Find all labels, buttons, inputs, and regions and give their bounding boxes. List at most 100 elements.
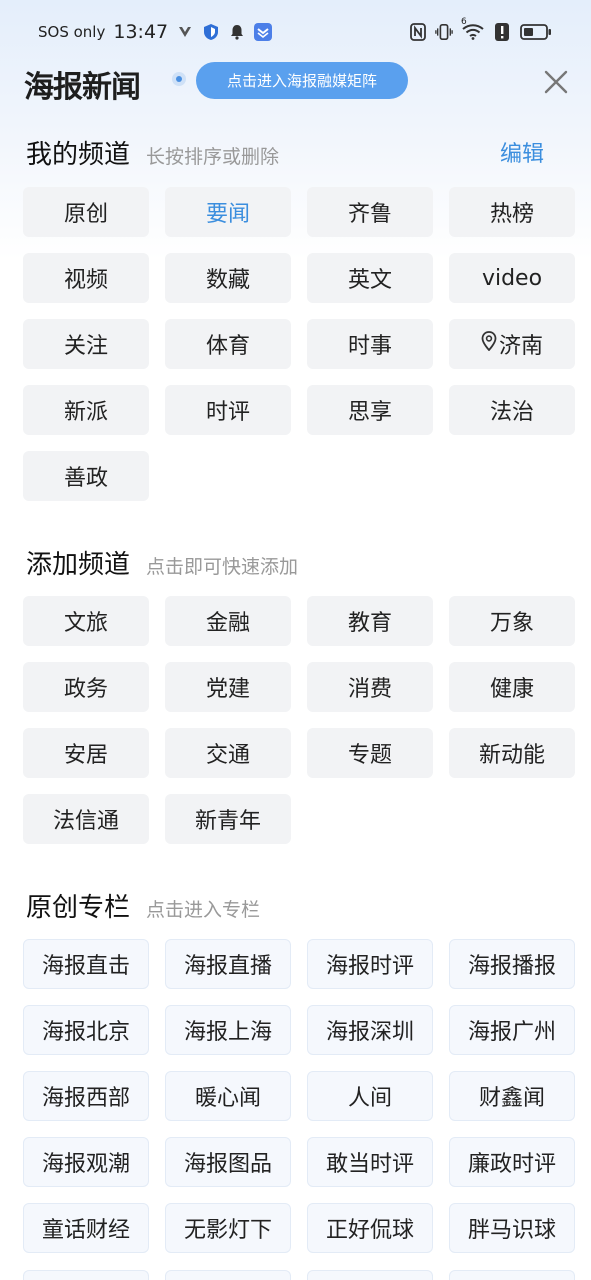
column-item[interactable]: 财鑫闻 [449,1071,575,1121]
shield-icon [202,23,220,41]
add-channel-item[interactable]: 金融 [165,596,291,646]
add-channel-item[interactable]: 安居 [23,728,149,778]
column-label: 海报直击 [41,954,130,979]
column-label: 暖心闻 [194,1086,261,1111]
column-label: 海报上海 [183,1020,272,1045]
vibrate-icon [435,23,453,41]
add-channel-item[interactable]: 教育 [307,596,433,646]
add-channel-label: 金融 [205,611,250,636]
column-item-partial[interactable] [23,1270,149,1280]
column-item[interactable]: 海报直击 [23,939,149,989]
my-channel-item[interactable]: 关注 [23,319,149,369]
my-channels-subtitle: 长按排序或删除 [146,146,280,168]
my-channel-label: 思享 [347,400,392,425]
add-channel-label: 健康 [489,677,534,702]
column-label: 海报深圳 [325,1020,414,1045]
column-item[interactable]: 海报观潮 [23,1137,149,1187]
my-channel-label: 法治 [489,400,534,425]
column-label: 海报西部 [41,1086,130,1111]
add-channel-item[interactable]: 新动能 [449,728,575,778]
status-bar: SOS only 13:47 6 [0,0,591,64]
sos-status: SOS only [38,23,106,41]
app-notification-icon [176,23,194,41]
column-item[interactable]: 无影灯下 [165,1203,291,1253]
my-channel-item[interactable]: 视频 [23,253,149,303]
app-badge-icon [254,23,273,41]
column-label: 海报播报 [467,954,556,979]
my-channel-label: 时评 [205,400,250,425]
app-logo: 海报新闻 [24,70,141,105]
add-channel-item[interactable]: 万象 [449,596,575,646]
column-item[interactable]: 海报深圳 [307,1005,433,1055]
column-item[interactable]: 敢当时评 [307,1137,433,1187]
my-channel-item[interactable]: 法治 [449,385,575,435]
add-channel-item[interactable]: 消费 [307,662,433,712]
wifi-icon: 6 [461,17,485,41]
add-channel-item[interactable]: 交通 [165,728,291,778]
column-item-partial[interactable] [307,1270,433,1280]
column-item[interactable]: 暖心闻 [165,1071,291,1121]
column-item[interactable]: 海报时评 [307,939,433,989]
column-label: 人间 [347,1086,392,1111]
add-channel-item[interactable]: 新青年 [165,794,291,844]
media-matrix-button[interactable]: 点击进入海报融媒矩阵 [196,62,408,99]
my-channel-item[interactable]: 时事 [307,319,433,369]
column-item[interactable]: 正好侃球 [307,1203,433,1253]
my-channel-label: 善政 [63,466,108,491]
add-channel-item[interactable]: 党建 [165,662,291,712]
my-channel-item[interactable]: 善政 [23,451,149,501]
add-channel-item[interactable]: 政务 [23,662,149,712]
my-channel-label: video [481,265,543,291]
my-channel-item[interactable]: 体育 [165,319,291,369]
columns-grid-overflow [23,1270,576,1280]
my-channel-item[interactable]: 齐鲁 [307,187,433,237]
my-channel-item[interactable]: 时评 [165,385,291,435]
column-label: 廉政时评 [467,1152,556,1177]
column-item[interactable]: 海报北京 [23,1005,149,1055]
add-channel-item[interactable]: 法信通 [23,794,149,844]
add-channel-label: 新动能 [478,743,545,768]
my-channel-item[interactable]: 新派 [23,385,149,435]
my-channel-item[interactable]: 济南 [449,319,575,369]
edit-button[interactable]: 编辑 [500,136,544,168]
add-channel-label: 万象 [489,611,534,636]
add-channel-item[interactable]: 专题 [307,728,433,778]
my-channel-item[interactable]: video [449,253,575,303]
my-channel-label: 关注 [63,334,108,359]
column-item[interactable]: 海报西部 [23,1071,149,1121]
columns-subtitle: 点击进入专栏 [146,899,261,921]
my-channel-item[interactable]: 思享 [307,385,433,435]
add-channel-label: 消费 [347,677,392,702]
add-channel-label: 安居 [63,743,108,768]
my-channel-item[interactable]: 数藏 [165,253,291,303]
column-item[interactable]: 海报图品 [165,1137,291,1187]
column-label: 海报直播 [183,954,272,979]
add-channel-label: 政务 [63,677,108,702]
add-channel-item[interactable]: 健康 [449,662,575,712]
my-channel-item[interactable]: 要闻 [165,187,291,237]
column-item[interactable]: 童话财经 [23,1203,149,1253]
my-channel-item[interactable]: 英文 [307,253,433,303]
close-icon[interactable] [540,66,572,98]
column-item[interactable]: 廉政时评 [449,1137,575,1187]
column-label: 财鑫闻 [478,1086,545,1111]
nfc-icon [409,23,427,41]
add-channel-item[interactable]: 文旅 [23,596,149,646]
my-channel-item[interactable]: 原创 [23,187,149,237]
location-pin-icon [481,331,497,357]
my-channels-grid: 原创 要闻 齐鲁 热榜视频 数藏 英文 video 关注 体育 时事 济南新派 时评 思享 法治善政 [23,187,576,501]
wifi-6-label: 6 [461,17,467,27]
column-item-partial[interactable] [165,1270,291,1280]
column-item[interactable]: 海报广州 [449,1005,575,1055]
column-label: 无影灯下 [183,1218,272,1243]
column-label: 童话财经 [41,1218,130,1243]
column-item[interactable]: 海报上海 [165,1005,291,1055]
column-item[interactable]: 胖马识球 [449,1203,575,1253]
column-item[interactable]: 海报直播 [165,939,291,989]
my-channel-item[interactable]: 热榜 [449,187,575,237]
add-channel-label: 专题 [347,743,392,768]
column-item[interactable]: 海报播报 [449,939,575,989]
column-item[interactable]: 人间 [307,1071,433,1121]
column-label: 敢当时评 [325,1152,414,1177]
column-item-partial[interactable] [449,1270,575,1280]
